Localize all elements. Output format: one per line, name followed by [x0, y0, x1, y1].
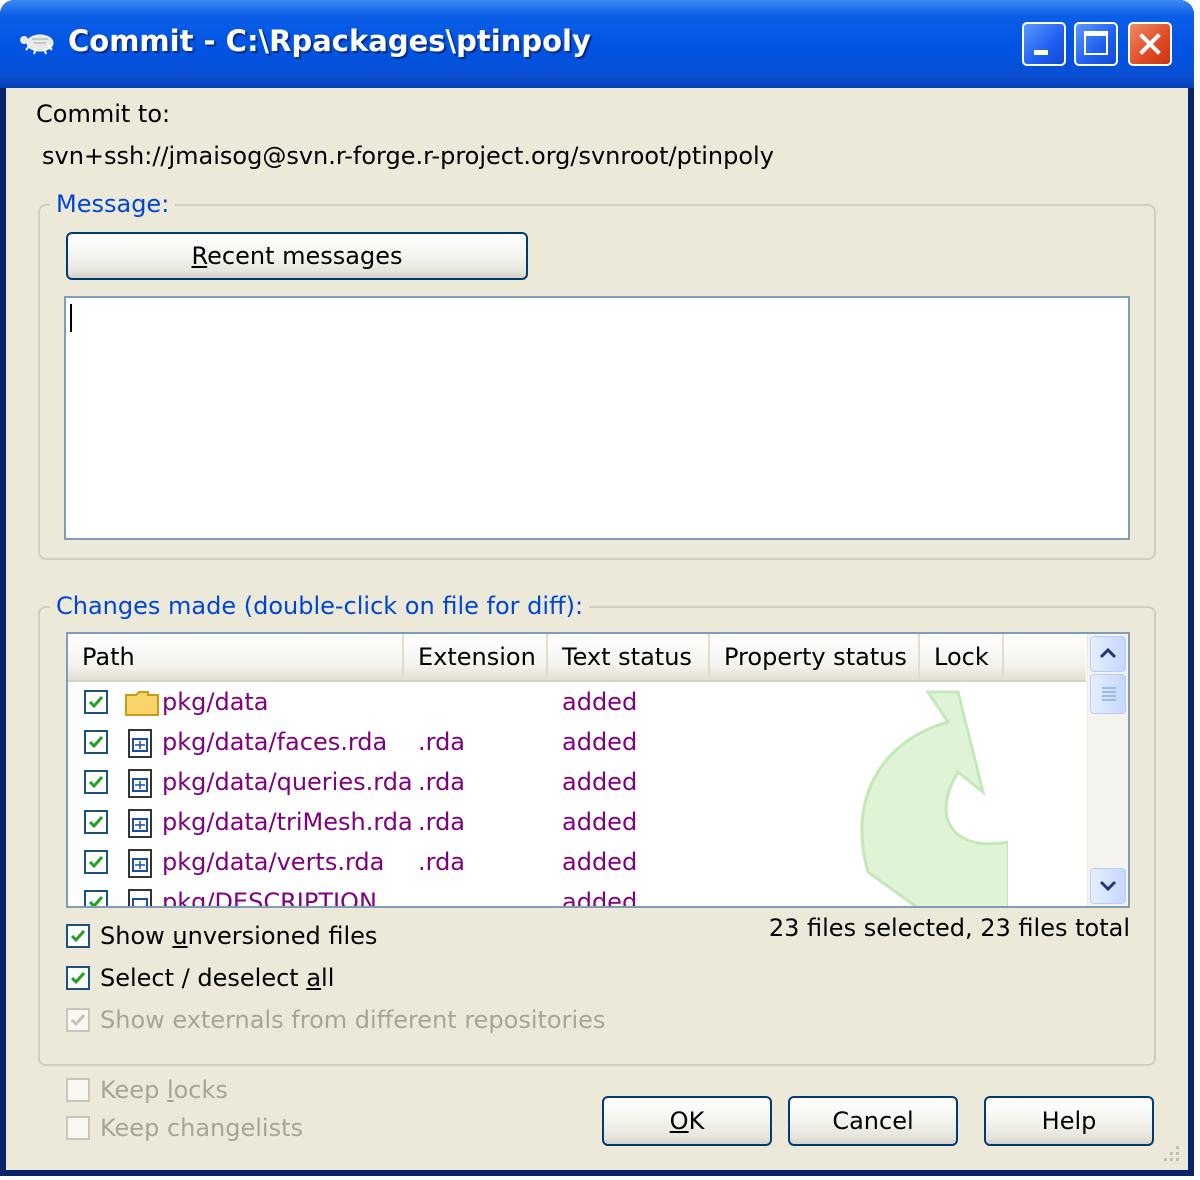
maximize-icon — [1084, 31, 1108, 55]
row-extension: .rda — [418, 808, 466, 836]
row-extension: .rda — [418, 728, 466, 756]
help-label: Help — [1041, 1107, 1097, 1135]
show-unversioned-label: Show unversioned files — [100, 922, 378, 950]
select-all-label: Select / deselect all — [100, 964, 335, 992]
row-checkbox[interactable] — [84, 890, 108, 906]
row-path: pkg/data/queries.rda — [162, 768, 413, 796]
list-header: Path Extension Text status Property stat… — [68, 634, 1086, 682]
minimize-button[interactable] — [1022, 22, 1066, 66]
maximize-button[interactable] — [1074, 22, 1118, 66]
list-row[interactable]: pkg/DESCRIPTION added — [68, 882, 1086, 908]
recent-messages-button[interactable]: Recent messages — [66, 232, 528, 280]
file-icon — [128, 889, 152, 906]
message-group-title: Message: — [50, 190, 176, 218]
keep-locks-label: Keep locks — [100, 1076, 228, 1104]
row-checkbox[interactable] — [84, 690, 108, 714]
list-row[interactable]: pkg/data added — [68, 682, 1086, 722]
rdata-file-icon — [128, 809, 152, 838]
help-button[interactable]: Help — [984, 1096, 1154, 1146]
commit-dialog-window: Commit - C:\Rpackages\ptinpoly Commit to… — [0, 0, 1194, 1176]
folder-icon — [125, 691, 159, 716]
recent-messages-label: Recent messages — [191, 242, 403, 270]
column-path[interactable]: Path — [68, 634, 404, 680]
rdata-file-icon — [128, 729, 152, 758]
checkbox-box[interactable] — [66, 1116, 90, 1140]
title-bar[interactable]: Commit - C:\Rpackages\ptinpoly — [0, 0, 1194, 88]
row-checkbox[interactable] — [84, 850, 108, 874]
ok-button[interactable]: OK — [602, 1096, 772, 1146]
column-property-status[interactable]: Property status — [710, 634, 920, 680]
repository-url: svn+ssh://jmaisog@svn.r-forge.r-project.… — [42, 142, 774, 170]
rdata-file-icon — [128, 769, 152, 798]
checkbox-box[interactable] — [66, 924, 90, 948]
list-row[interactable]: pkg/data/faces.rda .rda added — [68, 722, 1086, 762]
row-extension: .rda — [418, 848, 466, 876]
close-button[interactable] — [1128, 22, 1172, 66]
scroll-up-button[interactable] — [1090, 636, 1126, 672]
changes-group-title: Changes made (double-click on file for d… — [50, 592, 590, 620]
list-row[interactable]: pkg/data/queries.rda .rda added — [68, 762, 1086, 802]
commit-to-label: Commit to: — [36, 100, 171, 128]
window-title: Commit - C:\Rpackages\ptinpoly — [68, 24, 591, 58]
vertical-scrollbar[interactable] — [1087, 634, 1128, 906]
minimize-icon — [1034, 50, 1048, 55]
keep-changelists-label: Keep changelists — [100, 1114, 304, 1142]
dialog-client-area: Commit to: svn+ssh://jmaisog@svn.r-forge… — [6, 88, 1188, 1170]
rdata-file-icon — [128, 849, 152, 878]
close-icon — [1139, 33, 1161, 55]
scroll-thumb[interactable] — [1090, 674, 1126, 714]
row-text-status: added — [562, 768, 638, 796]
grip-lines-icon — [1102, 687, 1116, 701]
row-checkbox[interactable] — [84, 730, 108, 754]
row-path: pkg/data/triMesh.rda — [162, 808, 413, 836]
changes-list[interactable]: Path Extension Text status Property stat… — [66, 632, 1130, 908]
row-text-status: added — [562, 808, 638, 836]
row-text-status: added — [562, 848, 638, 876]
tortoise-icon — [20, 34, 54, 55]
row-text-status: added — [562, 728, 638, 756]
chevron-down-icon — [1099, 880, 1117, 892]
ok-label: OK — [669, 1107, 705, 1135]
row-checkbox[interactable] — [84, 810, 108, 834]
chevron-up-icon — [1099, 647, 1117, 659]
show-externals-label: Show externals from different repositori… — [100, 1006, 606, 1034]
column-text-status[interactable]: Text status — [548, 634, 710, 680]
scroll-down-button[interactable] — [1090, 868, 1126, 904]
row-checkbox[interactable] — [84, 770, 108, 794]
list-rows: pkg/data added pkg/data/faces.rda .rda a… — [68, 682, 1086, 908]
list-row[interactable]: pkg/data/verts.rda .rda added — [68, 842, 1086, 882]
cancel-button[interactable]: Cancel — [788, 1096, 958, 1146]
column-lock[interactable]: Lock — [920, 634, 1004, 680]
text-caret — [70, 304, 72, 332]
row-extension: .rda — [418, 768, 466, 796]
checkbox-box[interactable] — [66, 1078, 90, 1102]
column-extension[interactable]: Extension — [404, 634, 548, 680]
selection-summary: 23 files selected, 23 files total — [768, 914, 1130, 942]
row-path: pkg/data — [162, 688, 269, 716]
list-row[interactable]: pkg/data/triMesh.rda .rda added — [68, 802, 1086, 842]
row-text-status: added — [562, 888, 638, 908]
row-text-status: added — [562, 688, 638, 716]
resize-grip-icon[interactable] — [1160, 1142, 1182, 1164]
message-input[interactable] — [64, 296, 1130, 540]
row-path: pkg/DESCRIPTION — [162, 888, 377, 908]
cancel-label: Cancel — [832, 1107, 914, 1135]
row-path: pkg/data/faces.rda — [162, 728, 388, 756]
checkbox-box[interactable] — [66, 1008, 90, 1032]
checkbox-box[interactable] — [66, 966, 90, 990]
row-path: pkg/data/verts.rda — [162, 848, 385, 876]
